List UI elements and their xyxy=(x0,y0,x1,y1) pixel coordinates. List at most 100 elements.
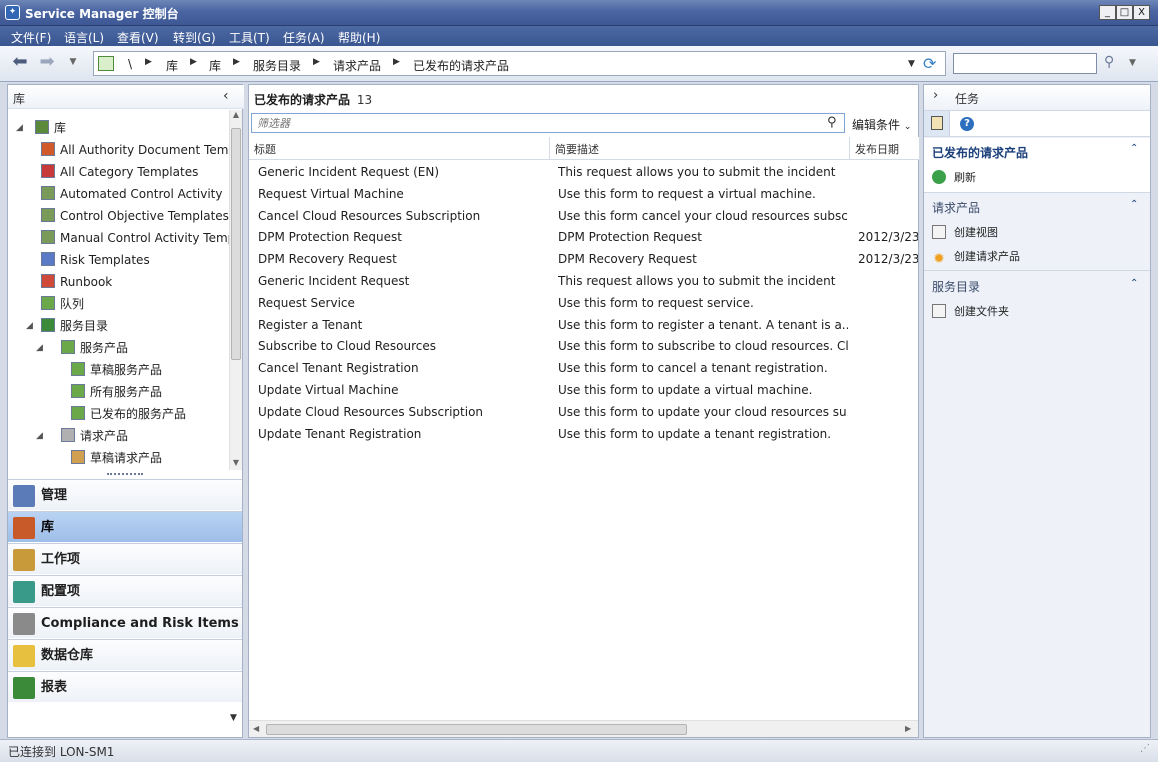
more-workspaces-icon[interactable]: ▼ xyxy=(230,713,237,723)
tree-item[interactable]: 队列 xyxy=(8,294,230,314)
tree-item[interactable]: Automated Control Activity xyxy=(8,184,230,204)
breadcrumb-request-offerings[interactable]: 请求产品 xyxy=(333,57,381,74)
address-dropdown-icon[interactable]: ▼ xyxy=(908,59,915,69)
resize-grip-icon[interactable]: ⋰ xyxy=(1140,743,1150,754)
workspace-button[interactable]: 管理 xyxy=(8,479,242,510)
breadcrumb-separator-icon[interactable]: ▶ xyxy=(190,57,197,67)
workspace-button[interactable]: 数据仓库 xyxy=(8,639,242,670)
tree-item[interactable]: 草稿请求产品 xyxy=(8,448,230,468)
breadcrumb-library-2[interactable]: 库 xyxy=(209,57,221,74)
menu-tasks[interactable]: 任务(A) xyxy=(283,29,325,46)
tree-item[interactable]: 草稿服务产品 xyxy=(8,360,230,380)
table-row[interactable]: DPM Protection Request DPM Protection Req… xyxy=(249,226,919,248)
table-row[interactable]: Subscribe to Cloud Resources Use this for… xyxy=(249,335,919,357)
table-row[interactable]: Cancel Cloud Resources Subscription Use t… xyxy=(249,205,919,227)
menu-help[interactable]: 帮助(H) xyxy=(338,29,380,46)
column-header-publish-date[interactable]: 发布日期 xyxy=(850,137,919,159)
scroll-left-icon[interactable]: ◀ xyxy=(253,724,259,733)
menu-file[interactable]: 文件(F) xyxy=(11,29,51,46)
maximize-button[interactable]: □ xyxy=(1116,5,1133,20)
tree-item[interactable]: All Category Templates xyxy=(8,162,230,182)
column-header-description[interactable]: 简要描述 xyxy=(550,137,850,159)
workspace-icon xyxy=(13,485,35,507)
tree-item[interactable]: ◢ 服务产品 xyxy=(8,338,230,358)
workspace-button[interactable]: 库 xyxy=(8,511,242,542)
filter-search-icon[interactable]: ⚲ xyxy=(827,115,837,130)
breadcrumb-service-catalog[interactable]: 服务目录 xyxy=(253,57,301,74)
breadcrumb-root[interactable]: \ xyxy=(128,57,132,71)
scroll-up-icon[interactable]: ▲ xyxy=(230,110,242,119)
horizontal-scrollbar[interactable]: ◀ ▶ xyxy=(249,720,918,737)
tree-item[interactable]: 所有服务产品 xyxy=(8,382,230,402)
breadcrumb-library-1[interactable]: 库 xyxy=(166,57,178,74)
table-row[interactable]: Update Tenant Registration Use this form … xyxy=(249,423,919,445)
expand-arrow-icon[interactable]: ◢ xyxy=(36,338,43,358)
menu-tools[interactable]: 工具(T) xyxy=(229,29,270,46)
edit-criteria-link[interactable]: 编辑条件 ⌄ xyxy=(852,116,911,133)
expand-pane-icon[interactable]: › xyxy=(933,88,938,103)
menu-view[interactable]: 查看(V) xyxy=(117,29,159,46)
search-dropdown-icon[interactable]: ▼ xyxy=(1129,58,1136,68)
horizontal-scroll-thumb[interactable] xyxy=(266,724,687,735)
breadcrumb-published-request-offerings[interactable]: 已发布的请求产品 xyxy=(413,57,509,74)
table-row[interactable]: Request Service Use this form to request … xyxy=(249,292,919,314)
menu-goto[interactable]: 转到(G) xyxy=(173,29,216,46)
workspace-button[interactable]: 配置项 xyxy=(8,575,242,606)
breadcrumb-separator-icon[interactable]: ▶ xyxy=(233,57,240,67)
tree-item[interactable]: Control Objective Templates xyxy=(8,206,230,226)
column-header-title[interactable]: 标题 xyxy=(249,137,550,159)
tree-item[interactable]: ◢ 服务目录 xyxy=(8,316,230,336)
table-row[interactable]: Register a Tenant Use this form to regist… xyxy=(249,314,919,336)
task-tab[interactable] xyxy=(924,111,950,136)
back-icon[interactable]: ⬅ xyxy=(9,53,31,73)
help-icon[interactable]: ? xyxy=(960,117,974,131)
collapse-section-icon[interactable]: ⌃ xyxy=(1130,143,1138,154)
create-folder-task[interactable]: 创建文件夹 xyxy=(932,303,1009,319)
filter-input[interactable] xyxy=(251,113,845,133)
expand-arrow-icon[interactable]: ◢ xyxy=(26,316,33,336)
tree-item[interactable]: ◢ 库 xyxy=(8,118,230,138)
collapse-section-icon[interactable]: ⌃ xyxy=(1130,199,1138,210)
forward-icon[interactable]: ➡ xyxy=(36,53,58,73)
tree-item[interactable]: Risk Templates xyxy=(8,250,230,270)
scroll-down-icon[interactable]: ▼ xyxy=(230,458,242,467)
table-row[interactable]: Cancel Tenant Registration Use this form … xyxy=(249,357,919,379)
tree-node-icon xyxy=(61,428,75,442)
table-row[interactable]: Generic Incident Request (EN) This reques… xyxy=(249,161,919,183)
table-row[interactable]: Update Virtual Machine Use this form to u… xyxy=(249,379,919,401)
tree-item[interactable]: All Authority Document Templates xyxy=(8,140,230,160)
search-input[interactable] xyxy=(953,53,1097,74)
expand-arrow-icon[interactable]: ◢ xyxy=(36,426,43,446)
create-request-offering-task[interactable]: ✹ 创建请求产品 xyxy=(932,248,1020,266)
expand-arrow-icon[interactable]: ◢ xyxy=(16,118,23,138)
tree-item[interactable]: ◢ 请求产品 xyxy=(8,426,230,446)
breadcrumb-separator-icon[interactable]: ▶ xyxy=(313,57,320,67)
workspace-button[interactable]: 工作项 xyxy=(8,543,242,574)
close-button[interactable]: X xyxy=(1133,5,1150,20)
history-dropdown-icon[interactable]: ▼ xyxy=(62,53,84,73)
breadcrumb-separator-icon[interactable]: ▶ xyxy=(393,57,400,67)
table-row[interactable]: Generic Incident Request This request all… xyxy=(249,270,919,292)
refresh-icon[interactable]: ⟳ xyxy=(923,54,936,73)
breadcrumb-separator-icon[interactable]: ▶ xyxy=(145,57,152,67)
scroll-thumb[interactable] xyxy=(231,128,241,360)
workspace-button[interactable]: Compliance and Risk Items xyxy=(8,607,242,638)
collapse-section-icon[interactable]: ⌃ xyxy=(1130,278,1138,289)
workspace-button[interactable]: 报表 xyxy=(8,671,242,702)
collapse-pane-icon[interactable]: ‹ xyxy=(223,88,229,104)
menu-language[interactable]: 语言(L) xyxy=(64,29,104,46)
scroll-right-icon[interactable]: ▶ xyxy=(905,724,911,733)
minimize-button[interactable]: _ xyxy=(1099,5,1116,20)
address-bar[interactable]: \ ▶ 库 ▶ 库 ▶ 服务目录 ▶ 请求产品 ▶ 已发布的请求产品 ▼ ⟳ xyxy=(93,51,946,76)
tree-item[interactable]: Runbook xyxy=(8,272,230,292)
tree-scrollbar[interactable]: ▲ ▼ xyxy=(229,110,242,470)
create-view-task[interactable]: 创建视图 xyxy=(932,224,998,240)
splitter-handle[interactable] xyxy=(107,473,143,476)
refresh-task[interactable]: 刷新 xyxy=(932,169,976,185)
tree-item[interactable]: 已发布的服务产品 xyxy=(8,404,230,424)
tree-item[interactable]: Manual Control Activity Templates xyxy=(8,228,230,248)
search-icon[interactable]: ⚲ xyxy=(1104,54,1114,70)
table-row[interactable]: Update Cloud Resources Subscription Use t… xyxy=(249,401,919,423)
table-row[interactable]: DPM Recovery Request DPM Recovery Request… xyxy=(249,248,919,270)
table-row[interactable]: Request Virtual Machine Use this form to … xyxy=(249,183,919,205)
